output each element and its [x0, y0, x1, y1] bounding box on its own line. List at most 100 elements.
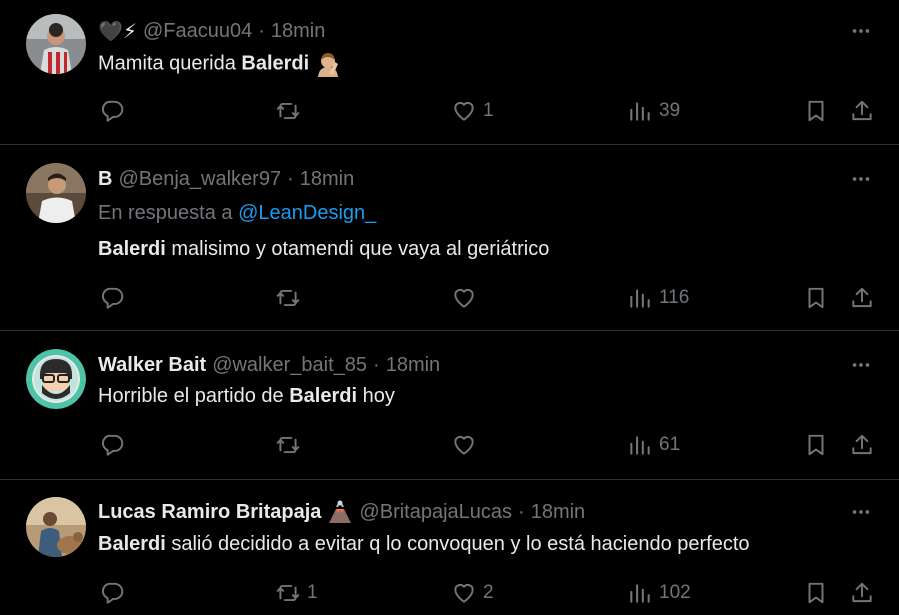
- display-name[interactable]: B: [98, 168, 112, 191]
- heart-icon: [454, 288, 474, 308]
- more-options-icon[interactable]: [847, 165, 875, 193]
- share-button[interactable]: [849, 430, 875, 460]
- separator-dot: ·: [258, 19, 265, 42]
- views-chart-icon: [630, 584, 650, 603]
- user-handle[interactable]: @Faacuu04: [143, 20, 252, 43]
- timestamp[interactable]: 18min: [386, 354, 440, 377]
- views-count: 102: [659, 582, 691, 603]
- tweet[interactable]: Lucas Ramiro Britapaja @BritapajaLucas ·…: [0, 480, 899, 615]
- tweet-text: Mamita querida Balerdi: [98, 51, 341, 77]
- retweet-button[interactable]: [275, 430, 307, 460]
- timestamp[interactable]: 18min: [531, 501, 585, 524]
- text-after: salió decidido a evitar q lo convoquen y…: [165, 533, 750, 555]
- text-after: hoy: [357, 385, 395, 407]
- like-button[interactable]: 1: [451, 96, 494, 126]
- tweet[interactable]: Walker Bait @walker_bait_85 · 18min Horr…: [0, 331, 899, 480]
- reply-button[interactable]: [99, 96, 131, 126]
- like-button[interactable]: 2: [451, 578, 494, 608]
- reply-button[interactable]: [99, 430, 131, 460]
- text-bold: Balerdi: [241, 52, 310, 75]
- text-bold: Balerdi: [98, 238, 166, 260]
- heart-icon: [454, 435, 474, 455]
- tweet-header: Walker Bait @walker_bait_85 · 18min: [98, 351, 440, 379]
- views-chart-icon: [630, 436, 650, 455]
- views-button[interactable]: 116: [627, 283, 689, 313]
- tweet-text: Balerdi salió decidido a evitar q lo con…: [98, 533, 750, 556]
- heart-icon: [454, 101, 474, 121]
- tweet[interactable]: 🖤⚡ @Faacuu04 · 18min Mamita querida Bale…: [0, 0, 899, 145]
- like-button[interactable]: [451, 283, 483, 313]
- retweet-icon: [276, 436, 300, 454]
- tweet-header: 🖤⚡ @Faacuu04 · 18min: [98, 17, 325, 45]
- text-bold: Balerdi: [289, 385, 358, 407]
- views-button[interactable]: 39: [627, 96, 680, 126]
- bookmark-icon: [808, 434, 824, 456]
- retweet-button[interactable]: [275, 283, 307, 313]
- avatar[interactable]: [26, 14, 86, 74]
- like-button[interactable]: [451, 430, 483, 460]
- retweet-icon: [276, 289, 300, 307]
- timestamp[interactable]: 18min: [300, 168, 354, 191]
- more-options-icon[interactable]: [847, 498, 875, 526]
- tweet-actions: 1 2 102: [0, 578, 899, 608]
- display-name[interactable]: Walker Bait: [98, 354, 206, 377]
- reply-icon: [101, 434, 124, 456]
- bookmark-button[interactable]: [803, 283, 829, 313]
- separator-dot: ·: [287, 167, 294, 190]
- avatar[interactable]: [26, 163, 86, 223]
- tweet-actions: 116: [0, 283, 899, 313]
- avatar[interactable]: [26, 497, 86, 557]
- views-chart-icon: [630, 102, 650, 121]
- more-options-icon[interactable]: [847, 351, 875, 379]
- share-button[interactable]: [849, 96, 875, 126]
- text-plain: Horrible el partido de: [98, 385, 290, 407]
- share-icon: [852, 582, 872, 603]
- retweet-button[interactable]: [275, 96, 307, 126]
- tweet-text: Balerdi malisimo y otamendi que vaya al …: [98, 238, 549, 261]
- retweet-icon: [276, 584, 300, 602]
- user-handle[interactable]: @Benja_walker97: [118, 168, 281, 191]
- bookmark-button[interactable]: [803, 578, 829, 608]
- retweet-icon: [276, 102, 300, 120]
- retweet-button[interactable]: 1: [275, 578, 318, 608]
- share-icon: [852, 100, 872, 121]
- views-button[interactable]: 102: [627, 578, 691, 608]
- reply-button[interactable]: [99, 283, 131, 313]
- volcano-emoji-icon: [329, 500, 352, 523]
- bookmark-button[interactable]: [803, 96, 829, 126]
- share-button[interactable]: [849, 578, 875, 608]
- bookmark-icon: [808, 287, 824, 309]
- tweet-actions: 1 39: [0, 96, 899, 126]
- views-chart-icon: [630, 289, 650, 308]
- more-options-icon[interactable]: [847, 17, 875, 45]
- person-facepalming-emoji-icon: [317, 53, 338, 77]
- display-name[interactable]: 🖤⚡: [98, 19, 137, 44]
- reply-icon: [101, 582, 124, 604]
- reply-icon: [101, 100, 124, 122]
- text-bold: Balerdi: [98, 533, 166, 555]
- like-count: 2: [483, 582, 494, 603]
- reply-button[interactable]: [99, 578, 131, 608]
- bookmark-button[interactable]: [803, 430, 829, 460]
- user-handle[interactable]: @walker_bait_85: [212, 354, 367, 377]
- tweet[interactable]: B @Benja_walker97 · 18min En respuesta a…: [0, 145, 899, 331]
- avatar[interactable]: [26, 349, 86, 409]
- timestamp[interactable]: 18min: [271, 20, 325, 43]
- share-button[interactable]: [849, 283, 875, 313]
- separator-dot: ·: [373, 353, 380, 376]
- views-count: 39: [659, 100, 681, 121]
- bookmark-icon: [808, 100, 824, 122]
- like-count: 1: [483, 100, 494, 121]
- separator-dot: ·: [518, 500, 525, 523]
- reply-mention-link[interactable]: @LeanDesign_: [238, 202, 376, 224]
- reply-icon: [101, 287, 124, 309]
- tweet-text: Horrible el partido de Balerdi hoy: [98, 385, 395, 408]
- views-count: 116: [659, 287, 690, 308]
- views-button[interactable]: 61: [627, 430, 680, 460]
- reply-prefix: En respuesta a: [98, 202, 239, 224]
- share-icon: [852, 287, 872, 308]
- display-name[interactable]: Lucas Ramiro Britapaja: [98, 501, 321, 524]
- user-handle[interactable]: @BritapajaLucas: [359, 501, 512, 524]
- replying-to: En respuesta a @LeanDesign_: [98, 202, 376, 225]
- views-count: 61: [659, 434, 681, 455]
